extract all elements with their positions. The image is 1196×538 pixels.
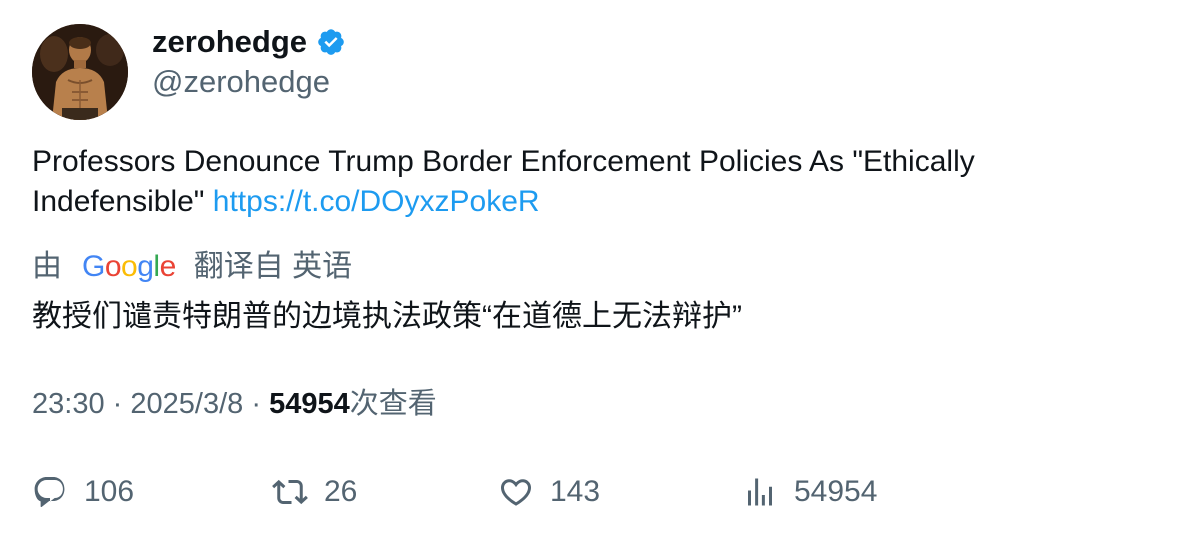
tweet-text: Professors Denounce Trump Border Enforce… bbox=[32, 142, 1152, 222]
verified-badge-icon bbox=[316, 27, 346, 57]
meta-separator: · bbox=[112, 388, 123, 420]
reply-count: 106 bbox=[84, 475, 135, 508]
translated-tweet-text: 教授们谴责特朗普的边境执法政策“在道德上无法辩护” bbox=[32, 300, 742, 333]
tweet-link[interactable]: https://t.co/DOyxzPokeR bbox=[213, 185, 540, 218]
retweet-button[interactable]: 26 bbox=[272, 470, 498, 514]
author-display-name[interactable]: zerohedge bbox=[152, 22, 346, 62]
google-logo[interactable]: Google bbox=[82, 246, 176, 288]
translation-suffix: 翻译自 英语 bbox=[193, 250, 353, 283]
translation-attribution: 由 Google 翻译自 英语 bbox=[32, 246, 352, 288]
like-count: 143 bbox=[550, 475, 601, 508]
reply-button[interactable]: 106 bbox=[32, 470, 272, 514]
tweet-metadata: 23:30 · 2025/3/8 · 54954次查看 bbox=[32, 384, 437, 424]
views-button[interactable]: 54954 bbox=[742, 470, 877, 514]
tweet-date[interactable]: 2025/3/8 bbox=[130, 388, 243, 420]
tweet-actions: 106 26 143 54954 bbox=[32, 470, 877, 514]
heart-icon bbox=[498, 474, 534, 510]
avatar-image bbox=[32, 24, 128, 120]
analytics-icon bbox=[742, 474, 778, 510]
translation-prefix: 由 bbox=[32, 250, 62, 283]
retweet-icon bbox=[272, 474, 308, 510]
view-count: 54954 bbox=[269, 388, 350, 420]
views-count: 54954 bbox=[794, 475, 878, 508]
meta-separator: · bbox=[251, 388, 261, 420]
retweet-count: 26 bbox=[324, 475, 358, 508]
like-button[interactable]: 143 bbox=[498, 470, 742, 514]
reply-icon bbox=[32, 474, 68, 510]
author-avatar[interactable] bbox=[32, 24, 128, 120]
display-name-text: zerohedge bbox=[152, 24, 308, 59]
view-label: 次查看 bbox=[349, 388, 437, 420]
tweet-time[interactable]: 23:30 bbox=[32, 388, 105, 420]
author-handle[interactable]: @zerohedge bbox=[152, 62, 330, 102]
